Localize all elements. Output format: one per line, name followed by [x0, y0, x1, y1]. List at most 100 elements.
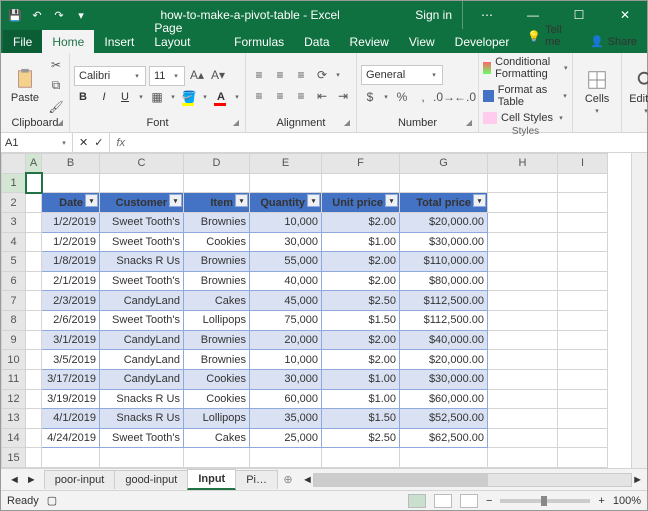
row-header[interactable]: 15: [2, 448, 26, 468]
cell[interactable]: Sweet Tooth's: [100, 428, 184, 448]
tab-formulas[interactable]: Formulas: [224, 30, 294, 53]
cell[interactable]: Brownies: [184, 350, 250, 370]
new-sheet-button[interactable]: ⊕: [278, 473, 298, 486]
border-icon[interactable]: ▦: [148, 88, 166, 106]
cell[interactable]: Snacks R Us: [100, 409, 184, 429]
cell[interactable]: 1/2/2019: [42, 212, 100, 232]
redo-icon[interactable]: ↷: [51, 7, 67, 23]
row-header[interactable]: 1: [2, 173, 26, 193]
cell[interactable]: 40,000: [250, 271, 322, 291]
row-header[interactable]: 13: [2, 409, 26, 429]
increase-font-icon[interactable]: A▴: [188, 66, 206, 84]
page-layout-view-icon[interactable]: [434, 494, 452, 508]
table-header[interactable]: Customer▾: [100, 193, 184, 213]
row-header[interactable]: 4: [2, 232, 26, 252]
cell[interactable]: Lollipops: [184, 311, 250, 331]
font-size-select[interactable]: 11▾: [149, 66, 185, 86]
underline-icon[interactable]: U: [116, 88, 134, 106]
cell[interactable]: CandyLand: [100, 330, 184, 350]
cell[interactable]: CandyLand: [100, 291, 184, 311]
align-top-icon[interactable]: ≡: [250, 66, 268, 84]
bold-icon[interactable]: B: [74, 88, 92, 106]
cell[interactable]: 4/24/2019: [42, 428, 100, 448]
save-icon[interactable]: 💾: [7, 7, 23, 23]
table-header[interactable]: Quantity▾: [250, 193, 322, 213]
cell[interactable]: 10,000: [250, 212, 322, 232]
orientation-icon[interactable]: ⟳: [313, 66, 331, 84]
vertical-scrollbar[interactable]: [631, 153, 647, 468]
cell[interactable]: 3/19/2019: [42, 389, 100, 409]
table-header[interactable]: Item▾: [184, 193, 250, 213]
cell[interactable]: 2/1/2019: [42, 271, 100, 291]
cell[interactable]: 1/2/2019: [42, 232, 100, 252]
align-bottom-icon[interactable]: ≡: [292, 66, 310, 84]
cell[interactable]: 45,000: [250, 291, 322, 311]
cell-styles-button[interactable]: Cell Styles▾: [483, 111, 568, 125]
cancel-formula-icon[interactable]: ✕: [79, 136, 88, 149]
cell[interactable]: 3/1/2019: [42, 330, 100, 350]
indent-decrease-icon[interactable]: ⇤: [313, 87, 331, 105]
sign-in-link[interactable]: Sign in: [405, 1, 463, 29]
row-header[interactable]: 12: [2, 389, 26, 409]
cell[interactable]: $52,500.00: [400, 409, 488, 429]
cell[interactable]: 30,000: [250, 232, 322, 252]
undo-icon[interactable]: ↶: [29, 7, 45, 23]
table-header[interactable]: Unit price▾: [322, 193, 400, 213]
italic-icon[interactable]: I: [95, 88, 113, 106]
cells-button[interactable]: Cells▾: [577, 69, 617, 115]
row-header[interactable]: 3: [2, 212, 26, 232]
zoom-slider[interactable]: [500, 499, 590, 503]
sheet-tab[interactable]: poor-input: [44, 470, 116, 489]
cell[interactable]: Lollipops: [184, 409, 250, 429]
cell[interactable]: $30,000.00: [400, 369, 488, 389]
cell[interactable]: $62,500.00: [400, 428, 488, 448]
filter-icon[interactable]: ▾: [85, 194, 98, 207]
close-button[interactable]: ✕: [603, 1, 647, 29]
worksheet-grid[interactable]: A B C D E F G H I 1 2 Date▾ Customer▾ It…: [1, 153, 647, 468]
editing-button[interactable]: Editing▾: [626, 69, 648, 115]
cell[interactable]: $20,000.00: [400, 212, 488, 232]
align-center-icon[interactable]: ≡: [271, 87, 289, 105]
horizontal-scrollbar[interactable]: ◄►: [298, 473, 647, 487]
cell[interactable]: $80,000.00: [400, 271, 488, 291]
table-header[interactable]: Date▾: [42, 193, 100, 213]
number-format-select[interactable]: General▾: [361, 65, 443, 85]
enter-formula-icon[interactable]: ✓: [94, 136, 103, 149]
cell[interactable]: 3/5/2019: [42, 350, 100, 370]
filter-icon[interactable]: ▾: [169, 194, 182, 207]
tab-file[interactable]: File: [3, 30, 42, 53]
increase-decimal-icon[interactable]: .0→: [435, 88, 453, 106]
zoom-level[interactable]: 100%: [613, 495, 641, 507]
cell[interactable]: 25,000: [250, 428, 322, 448]
tell-me[interactable]: 💡Tell me: [519, 19, 582, 53]
cell[interactable]: Sweet Tooth's: [100, 232, 184, 252]
accounting-icon[interactable]: $: [361, 88, 379, 106]
tab-insert[interactable]: Insert: [94, 30, 144, 53]
alignment-dialog-icon[interactable]: ◢: [344, 118, 350, 127]
cell[interactable]: Snacks R Us: [100, 389, 184, 409]
cell[interactable]: $110,000.00: [400, 252, 488, 272]
cell[interactable]: 55,000: [250, 252, 322, 272]
table-header[interactable]: Total price▾: [400, 193, 488, 213]
qat-dropdown-icon[interactable]: ▾: [73, 7, 89, 23]
cell[interactable]: $2.00: [322, 212, 400, 232]
cell[interactable]: $20,000.00: [400, 350, 488, 370]
align-left-icon[interactable]: ≡: [250, 87, 268, 105]
cell[interactable]: [26, 173, 42, 193]
cell[interactable]: Cakes: [184, 428, 250, 448]
filter-icon[interactable]: ▾: [473, 194, 486, 207]
col-header[interactable]: B: [42, 154, 100, 174]
row-header[interactable]: 8: [2, 311, 26, 331]
col-header[interactable]: F: [322, 154, 400, 174]
col-header[interactable]: A: [26, 154, 42, 174]
cell[interactable]: 20,000: [250, 330, 322, 350]
number-dialog-icon[interactable]: ◢: [466, 118, 472, 127]
cell[interactable]: $2.00: [322, 350, 400, 370]
col-header[interactable]: D: [184, 154, 250, 174]
cut-icon[interactable]: ✂: [47, 56, 65, 74]
cell[interactable]: $2.50: [322, 428, 400, 448]
col-header[interactable]: E: [250, 154, 322, 174]
decrease-font-icon[interactable]: A▾: [209, 66, 227, 84]
tab-page-layout[interactable]: Page Layout: [144, 16, 224, 53]
cell[interactable]: Sweet Tooth's: [100, 271, 184, 291]
